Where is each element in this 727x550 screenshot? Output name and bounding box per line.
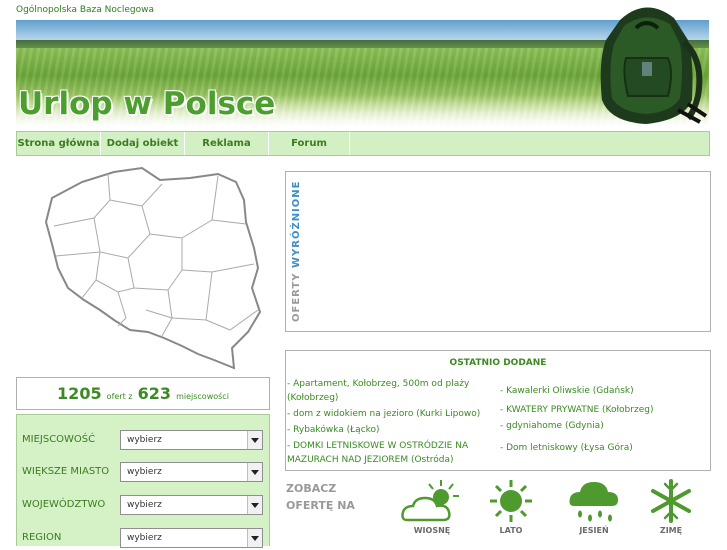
recent-right-column: - Kawalerki Oliwskie (Gdańsk) - KWATERY … — [500, 377, 705, 457]
search-row-town: MIEJSCOWOŚĆ wybierz — [22, 430, 267, 452]
search-row-city: WIĘKSZE MIASTO wybierz — [22, 462, 267, 484]
recently-added-title: OSTATNIO DODANE — [449, 358, 547, 368]
site-title-logo[interactable]: Urlop w Polsce — [18, 86, 275, 122]
season-autumn-label: JESIEŃ — [579, 526, 609, 535]
recent-offer-link[interactable]: - Kawalerki Oliwskie (Gdańsk) — [500, 384, 705, 398]
recent-offer-link[interactable]: - Apartament, Kołobrzeg, 500m od plaży (… — [287, 377, 492, 405]
recent-offer-link[interactable]: - dom z widokiem na jezioro (Kurki Lipow… — [287, 407, 492, 421]
season-summer-link[interactable]: LATO — [476, 478, 546, 538]
town-select[interactable]: wybierz — [120, 430, 263, 450]
town-label: MIEJSCOWOŚĆ — [22, 434, 96, 445]
season-spring-link[interactable]: WIOSNĘ — [397, 478, 467, 538]
backpack-image — [600, 7, 708, 124]
recent-offer-link[interactable]: - Dom letniskowy (Łysa Góra) — [500, 441, 705, 455]
recent-offer-link[interactable]: - DOMKI LETNISKOWE W OSTRÓDZIE NA MAZURA… — [287, 439, 492, 467]
offer-count-mid: ofert z — [106, 392, 133, 401]
season-winter-link[interactable]: ZIMĘ — [636, 478, 706, 538]
chevron-down-icon[interactable] — [247, 529, 262, 547]
search-row-region: REGION wybierz — [22, 528, 267, 550]
nav-advertising[interactable]: Reklama — [185, 132, 269, 155]
region-select[interactable]: wybierz — [120, 528, 263, 548]
see-offer-heading: ZOBACZ OFERTĘ NA — [286, 482, 355, 512]
season-summer-label: LATO — [499, 526, 523, 535]
places-count-label: miejscowości — [176, 392, 229, 401]
season-autumn-link[interactable]: JESIEŃ — [559, 478, 629, 538]
site-tagline: Ogólnopolska Baza Noclegowa — [16, 5, 154, 15]
offer-counter: 1205 ofert z 623 miejscowości — [16, 377, 270, 410]
city-label: WIĘKSZE MIASTO — [22, 466, 110, 477]
poland-outline — [44, 166, 262, 370]
recent-offer-link[interactable]: - Rybakówka (Łącko) — [287, 423, 492, 437]
featured-offers-box: OFERTY WYRÓŻNIONE — [285, 171, 711, 332]
search-row-voivodeship: WOJEWÓDZTWO wybierz — [22, 495, 267, 517]
rain-cloud-icon — [569, 482, 618, 522]
region-label: REGION — [22, 532, 62, 543]
recent-offer-link[interactable]: - KWATERY PRYWATNE (Kołobrzeg) — [500, 403, 705, 417]
chevron-down-icon[interactable] — [247, 463, 262, 481]
main-navigation: Strona główna Dodaj obiekt Reklama Forum — [16, 131, 710, 156]
nav-forum[interactable]: Forum — [269, 132, 350, 155]
chevron-down-icon[interactable] — [247, 431, 262, 449]
voivodeship-select[interactable]: wybierz — [120, 495, 263, 515]
recent-offer-link[interactable]: - gdyniahome (Gdynia) — [500, 419, 705, 433]
poland-regions-map[interactable] — [22, 160, 282, 375]
places-count: 623 — [137, 384, 171, 403]
nav-add-object[interactable]: Dodaj obiekt — [101, 132, 185, 155]
voivodeship-label: WOJEWÓDZTWO — [22, 499, 106, 510]
season-winter-label: ZIMĘ — [659, 526, 683, 535]
snowflake-icon — [651, 479, 691, 523]
sun-cloud-icon — [401, 480, 459, 522]
recent-left-column: - Apartament, Kołobrzeg, 500m od plaży (… — [287, 377, 492, 469]
featured-offers-label: OFERTY WYRÓŻNIONE — [291, 180, 302, 322]
search-panel: MIEJSCOWOŚĆ wybierz WIĘKSZE MIASTO wybie… — [16, 414, 270, 548]
recently-added-box: OSTATNIO DODANE - Apartament, Kołobrzeg,… — [285, 350, 711, 471]
season-spring-label: WIOSNĘ — [413, 526, 451, 535]
chevron-down-icon[interactable] — [247, 496, 262, 514]
city-select[interactable]: wybierz — [120, 462, 263, 482]
nav-home[interactable]: Strona główna — [17, 132, 101, 155]
sun-icon — [490, 480, 532, 522]
offer-count: 1205 — [57, 384, 102, 403]
